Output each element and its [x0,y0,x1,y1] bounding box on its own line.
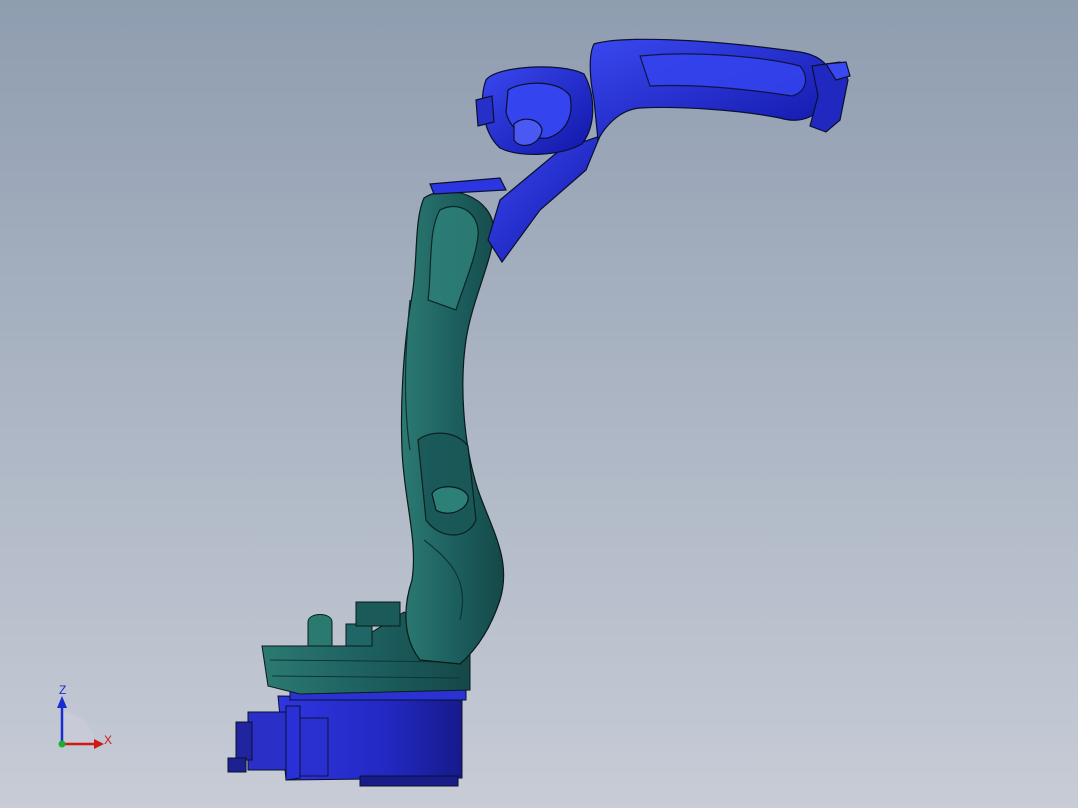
triad-plane [62,712,94,744]
robot-arm-model[interactable] [0,0,1078,808]
z-axis-arrowhead [57,696,67,708]
orientation-triad: Z X [57,683,112,749]
robot-lower-arm[interactable] [400,190,505,665]
x-axis-arrowhead [94,739,104,749]
z-axis-label: Z [59,683,66,697]
triad-origin [58,740,66,748]
robot-base[interactable] [227,689,467,787]
robot-upper-arm[interactable] [429,38,851,264]
cad-viewport[interactable]: Z X [0,0,1078,808]
x-axis-label: X [104,733,112,747]
